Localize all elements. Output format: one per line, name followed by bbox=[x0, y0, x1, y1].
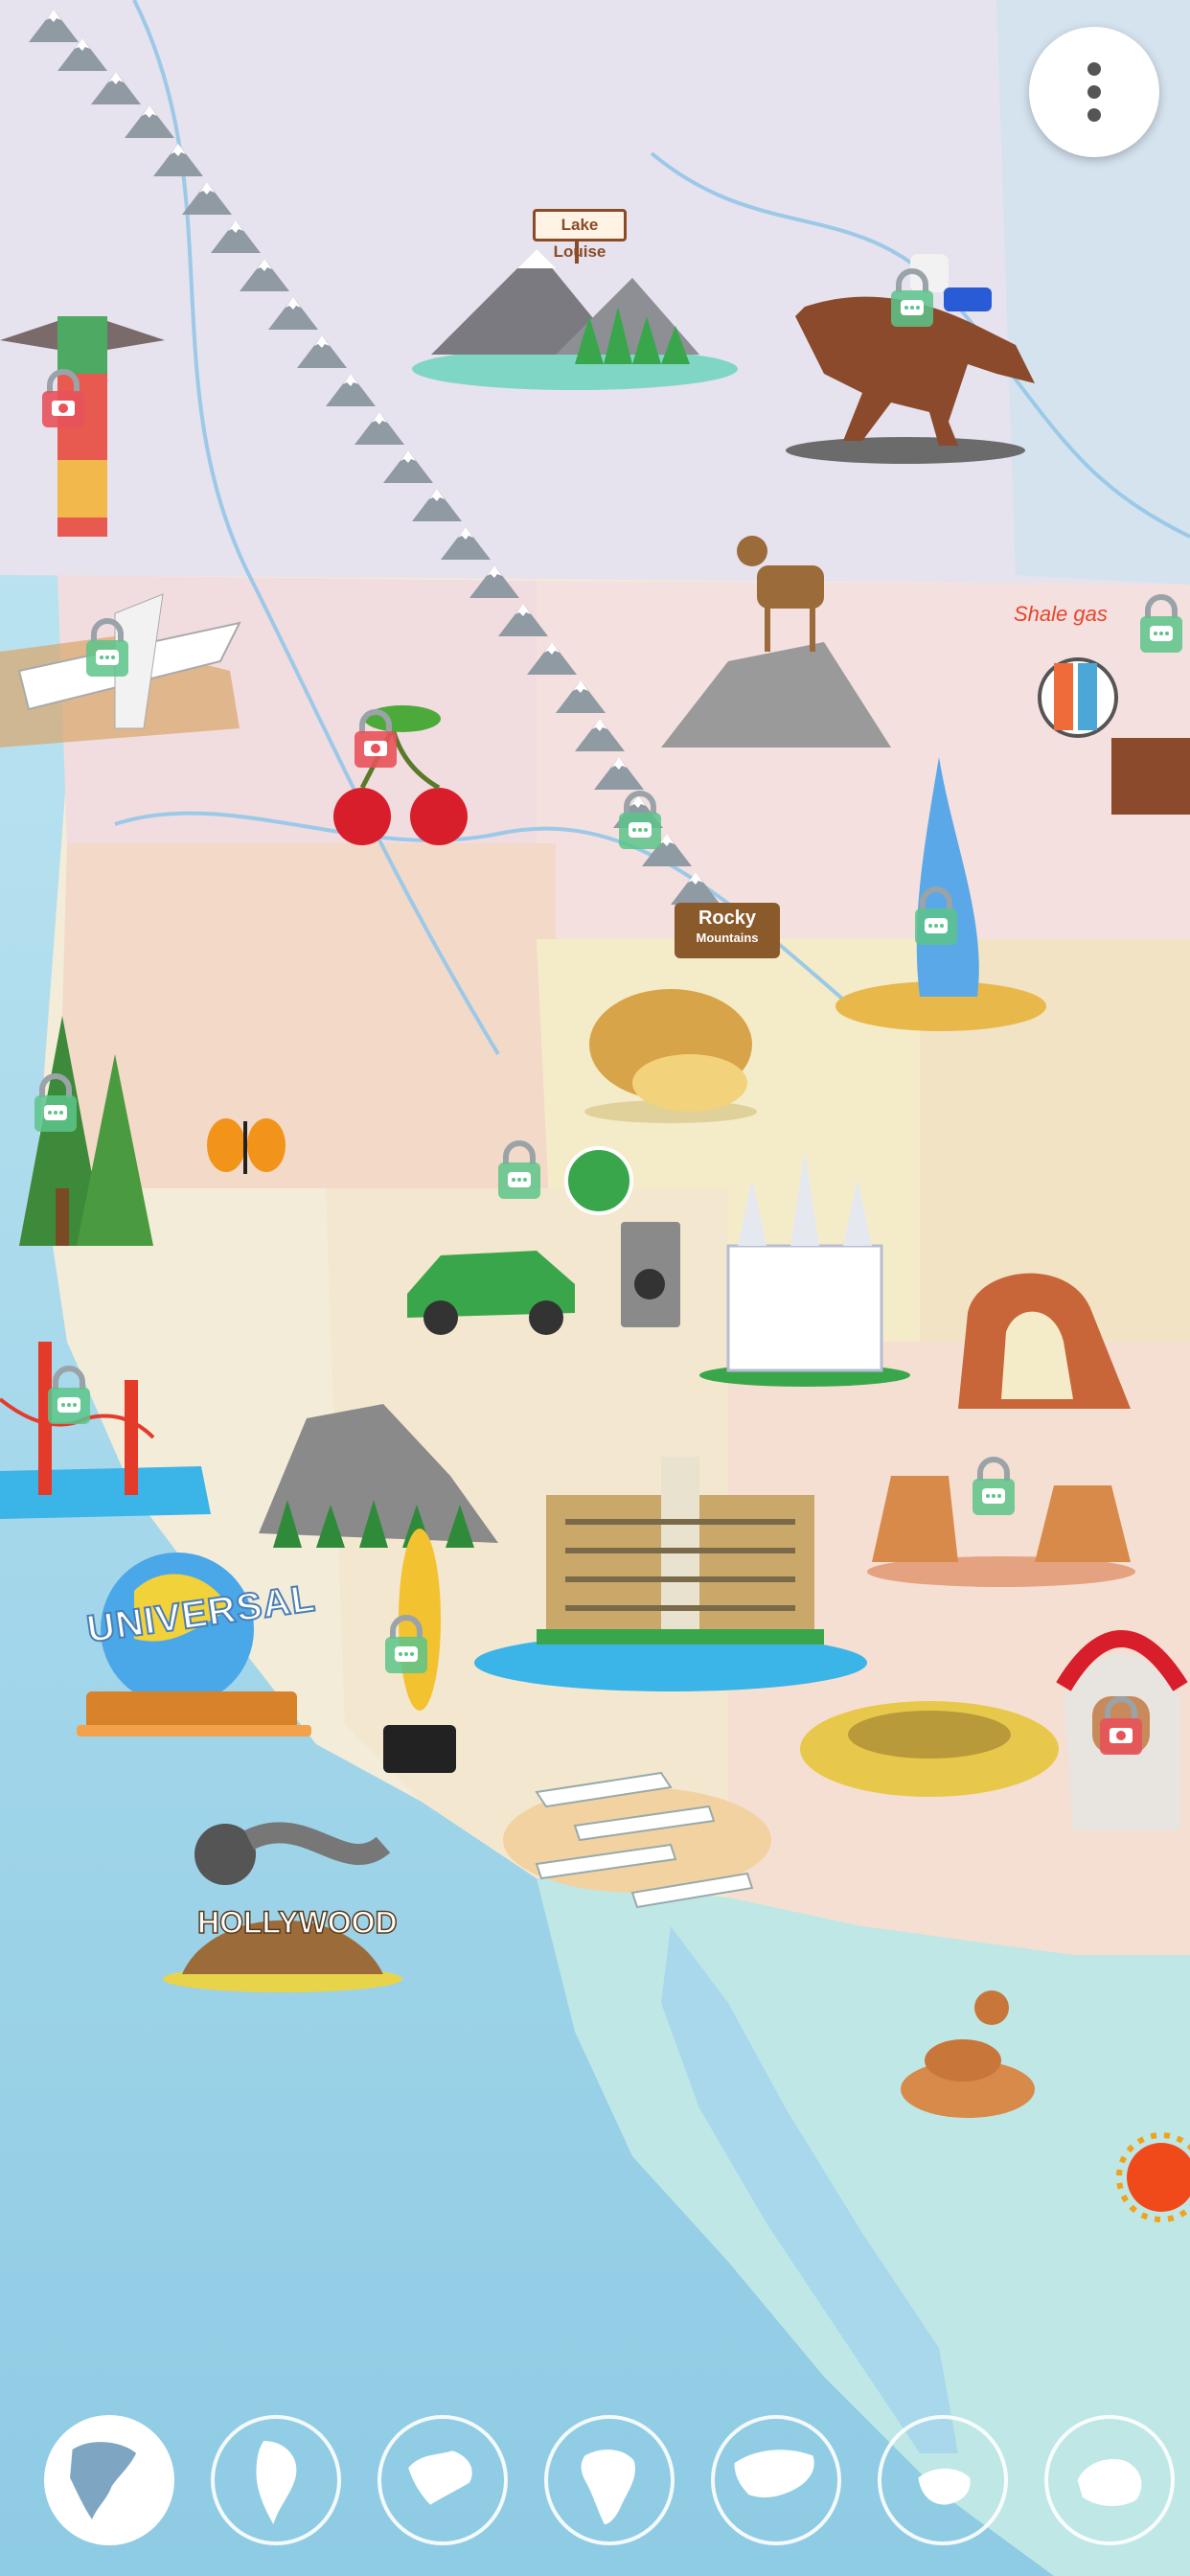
lake-louise-sign: Lake Louise bbox=[533, 209, 627, 261]
map-canvas[interactable] bbox=[0, 0, 1190, 2576]
rocky-subtitle: Mountains bbox=[696, 931, 759, 945]
continent-oceania-button[interactable] bbox=[878, 2415, 1008, 2545]
rocky-title: Rocky bbox=[698, 908, 757, 929]
menu-dot bbox=[1087, 85, 1101, 99]
north-america-icon bbox=[70, 2442, 137, 2519]
south-america-icon bbox=[256, 2441, 297, 2525]
hollywood-label: HOLLYWOOD bbox=[196, 1904, 398, 1941]
meteor-crater-landmark[interactable] bbox=[800, 1701, 1059, 1797]
oceania-icon bbox=[918, 2468, 971, 2505]
continent-europe-button[interactable] bbox=[378, 2415, 508, 2545]
continent-africa-button[interactable] bbox=[544, 2415, 675, 2545]
native-american-chief-landmark[interactable] bbox=[1056, 1630, 1188, 1830]
continent-antarctica-button[interactable] bbox=[1044, 2415, 1175, 2545]
menu-dot bbox=[1087, 62, 1101, 76]
asia-icon bbox=[734, 2450, 814, 2498]
more-menu-button[interactable] bbox=[1029, 27, 1159, 157]
antarctica-icon bbox=[1077, 2458, 1142, 2506]
shale-gas-label: Shale gas bbox=[1014, 602, 1108, 626]
monarch-butterfly-landmark[interactable] bbox=[207, 1118, 286, 1174]
africa-icon bbox=[581, 2450, 635, 2525]
continent-asia-button[interactable] bbox=[711, 2415, 841, 2545]
continent-south-america-button[interactable] bbox=[211, 2415, 341, 2545]
rocky-mountains-sign: Rocky Mountains bbox=[675, 903, 780, 958]
europe-icon bbox=[408, 2450, 472, 2505]
menu-dot bbox=[1087, 108, 1101, 122]
continent-north-america-button[interactable] bbox=[44, 2415, 174, 2545]
